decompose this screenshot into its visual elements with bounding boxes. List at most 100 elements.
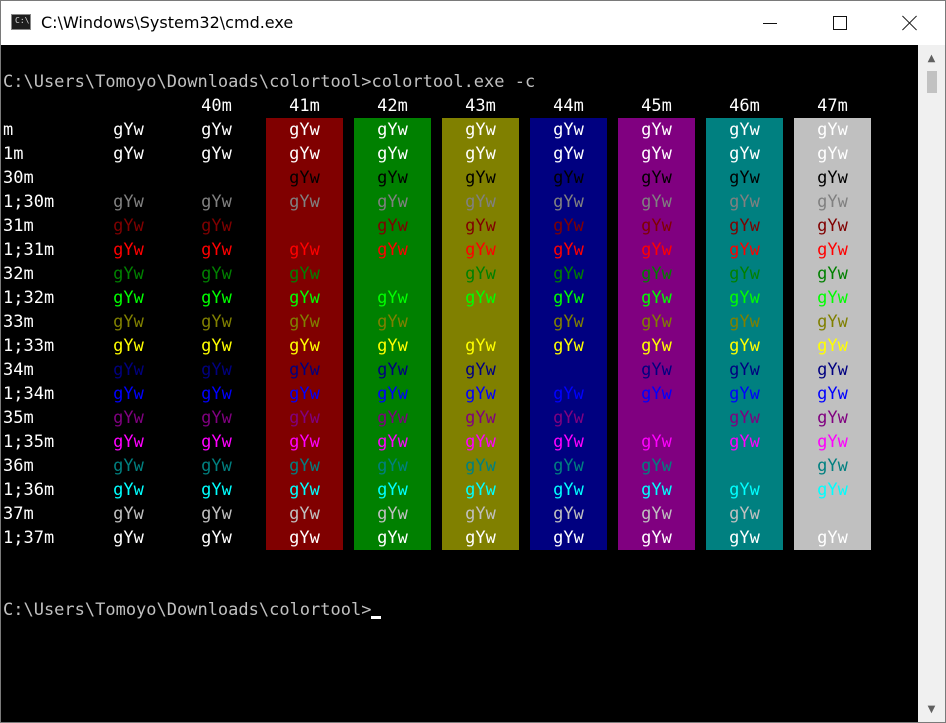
color-sample-cell: gYw bbox=[641, 312, 672, 332]
color-sample-cell: gYw bbox=[465, 288, 496, 308]
row-label: 35m bbox=[3, 408, 34, 428]
color-sample-cell: gYw bbox=[377, 144, 408, 164]
row-label: 1;37m bbox=[3, 528, 55, 548]
color-sample-cell: gYw bbox=[377, 504, 408, 524]
color-sample-cell: gYw bbox=[729, 384, 760, 404]
cmd-icon[interactable]: C:\ bbox=[11, 14, 31, 30]
scrollbar-thumb[interactable] bbox=[927, 71, 937, 93]
color-sample-cell: gYw bbox=[377, 408, 408, 428]
color-sample-cell: gYw bbox=[465, 192, 496, 212]
color-sample-cell: gYw bbox=[641, 216, 672, 236]
color-sample-cell: gYw bbox=[553, 336, 584, 356]
color-sample-cell: gYw bbox=[817, 480, 848, 500]
color-sample-cell: gYw bbox=[553, 384, 584, 404]
title-bar[interactable]: C:\ C:\Windows\System32\cmd.exe bbox=[1, 1, 945, 45]
color-sample-cell: gYw bbox=[289, 120, 320, 140]
color-sample-cell: gYw bbox=[289, 240, 320, 260]
color-sample-cell: gYw bbox=[553, 192, 584, 212]
color-sample-cell: gYw bbox=[377, 480, 408, 500]
color-sample-cell: gYw bbox=[641, 528, 672, 548]
color-sample-cell: gYw bbox=[465, 456, 496, 476]
row-label: 1;33m bbox=[3, 336, 55, 356]
close-button[interactable] bbox=[875, 1, 945, 45]
color-sample-cell: gYw bbox=[641, 240, 672, 260]
color-sample-cell: gYw bbox=[729, 216, 760, 236]
scroll-down-icon[interactable]: ▼ bbox=[918, 698, 945, 720]
color-sample-cell: gYw bbox=[641, 264, 672, 284]
color-sample-cell: gYw bbox=[377, 216, 408, 236]
column-header-46m: 46m bbox=[729, 96, 760, 116]
row-label: 1m bbox=[3, 144, 24, 164]
color-sample-cell: gYw bbox=[465, 216, 496, 236]
row-label: 1;34m bbox=[3, 384, 55, 404]
color-sample-cell: gYw bbox=[113, 528, 144, 548]
color-sample-cell: gYw bbox=[641, 336, 672, 356]
color-sample-cell: gYw bbox=[817, 384, 848, 404]
scroll-up-icon[interactable]: ▲ bbox=[918, 47, 945, 69]
color-sample-cell: gYw bbox=[465, 336, 496, 356]
row-label: 1;30m bbox=[3, 192, 55, 212]
color-sample-cell: gYw bbox=[377, 384, 408, 404]
prompt-text: C:\Users\Tomoyo\Downloads\colortool> bbox=[3, 600, 372, 620]
color-sample-cell: gYw bbox=[201, 120, 232, 140]
color-sample-cell: gYw bbox=[289, 288, 320, 308]
row-label: 33m bbox=[3, 312, 34, 332]
row-label: m bbox=[3, 120, 14, 140]
column-header-45m: 45m bbox=[641, 96, 672, 116]
color-sample-cell: gYw bbox=[113, 504, 144, 524]
color-sample-cell: gYw bbox=[553, 144, 584, 164]
color-sample-cell: gYw bbox=[817, 288, 848, 308]
color-sample-cell: gYw bbox=[553, 528, 584, 548]
color-sample-cell: gYw bbox=[113, 312, 144, 332]
color-sample-cell: gYw bbox=[377, 168, 408, 188]
color-sample-cell: gYw bbox=[377, 120, 408, 140]
color-sample-cell: gYw bbox=[553, 120, 584, 140]
color-sample-cell: gYw bbox=[817, 528, 848, 548]
color-sample-cell: gYw bbox=[201, 432, 232, 452]
window-title: C:\Windows\System32\cmd.exe bbox=[41, 13, 294, 32]
color-sample-cell: gYw bbox=[201, 408, 232, 428]
color-sample-cell: gYw bbox=[201, 504, 232, 524]
color-sample-cell: gYw bbox=[465, 504, 496, 524]
color-sample-cell: gYw bbox=[729, 360, 760, 380]
color-sample-cell: gYw bbox=[113, 288, 144, 308]
maximize-button[interactable] bbox=[805, 1, 875, 45]
console-output[interactable]: C:\Users\Tomoyo\Downloads\colortool>colo… bbox=[1, 45, 918, 722]
color-sample-cell: gYw bbox=[377, 432, 408, 452]
color-sample-cell: gYw bbox=[817, 504, 848, 524]
color-sample-cell: gYw bbox=[377, 312, 408, 332]
color-sample-cell: gYw bbox=[289, 360, 320, 380]
color-sample-cell: gYw bbox=[465, 432, 496, 452]
color-sample-cell: gYw bbox=[113, 480, 144, 500]
color-sample-cell: gYw bbox=[553, 360, 584, 380]
color-sample-cell: gYw bbox=[113, 168, 144, 188]
color-sample-cell: gYw bbox=[201, 384, 232, 404]
color-sample-cell: gYw bbox=[465, 480, 496, 500]
color-sample-cell: gYw bbox=[377, 264, 408, 284]
color-sample-cell: gYw bbox=[641, 456, 672, 476]
minimize-icon bbox=[763, 22, 777, 24]
color-sample-cell: gYw bbox=[553, 432, 584, 452]
color-sample-cell: gYw bbox=[729, 480, 760, 500]
color-sample-cell: gYw bbox=[641, 504, 672, 524]
color-sample-cell: gYw bbox=[817, 144, 848, 164]
color-sample-cell: gYw bbox=[289, 480, 320, 500]
color-sample-cell: gYw bbox=[729, 336, 760, 356]
color-sample-cell: gYw bbox=[729, 432, 760, 452]
color-sample-cell: gYw bbox=[377, 288, 408, 308]
prompt-line: C:\Users\Tomoyo\Downloads\colortool> bbox=[3, 598, 382, 622]
color-sample-cell: gYw bbox=[817, 168, 848, 188]
color-sample-cell: gYw bbox=[817, 264, 848, 284]
color-sample-cell: gYw bbox=[817, 192, 848, 212]
color-sample-cell: gYw bbox=[289, 312, 320, 332]
color-sample-cell: gYw bbox=[289, 528, 320, 548]
color-sample-cell: gYw bbox=[553, 240, 584, 260]
row-label: 36m bbox=[3, 456, 34, 476]
vertical-scrollbar[interactable]: ▲ ▼ bbox=[918, 45, 945, 722]
color-sample-cell: gYw bbox=[729, 456, 760, 476]
row-label: 1;31m bbox=[3, 240, 55, 260]
close-icon bbox=[902, 15, 918, 31]
column-header-44m: 44m bbox=[553, 96, 584, 116]
color-sample-cell: gYw bbox=[641, 144, 672, 164]
minimize-button[interactable] bbox=[735, 1, 805, 45]
